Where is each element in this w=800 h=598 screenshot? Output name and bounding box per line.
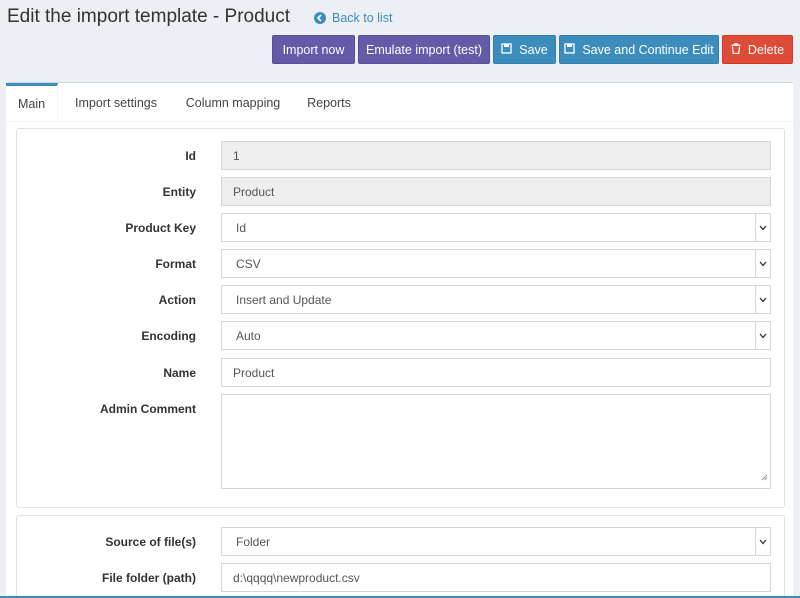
save-icon	[501, 42, 512, 57]
admin-comment-textarea[interactable]	[221, 394, 771, 489]
tab-import-settings[interactable]: Import settings	[66, 83, 166, 122]
tab-reports-label: Reports	[307, 95, 351, 110]
encoding-value: Auto	[236, 328, 261, 343]
save-continue-label: Save and Continue Edit	[582, 42, 714, 57]
format-label: Format	[155, 257, 196, 271]
back-to-list-link[interactable]: Back to list	[314, 11, 392, 25]
chevron-down-icon	[755, 250, 770, 277]
delete-label: Delete	[747, 42, 785, 57]
file-folder-label: File folder (path)	[102, 571, 196, 585]
save-label: Save	[519, 42, 548, 57]
import-now-button[interactable]: Import now	[272, 35, 355, 64]
save-continue-icon	[564, 42, 575, 57]
tab-separator	[6, 121, 793, 122]
entity-label: Entity	[162, 185, 196, 199]
action-label: Action	[158, 293, 196, 307]
source-files-label: Source of file(s)	[105, 535, 196, 549]
tab-column-mapping-label: Column mapping	[185, 95, 281, 110]
action-select[interactable]: Insert and Update	[221, 285, 771, 314]
tab-import-settings-label: Import settings	[75, 95, 157, 110]
back-to-list-label: Back to list	[332, 11, 393, 25]
trash-icon	[731, 42, 741, 57]
tab-main-label: Main	[17, 97, 46, 111]
tab-main[interactable]: Main	[6, 83, 58, 122]
tab-reports[interactable]: Reports	[300, 83, 358, 122]
emulate-import-button[interactable]: Emulate import (test)	[358, 35, 490, 64]
delete-button[interactable]: Delete	[722, 35, 793, 64]
source-files-value: Folder	[236, 534, 271, 549]
entity-field: Product	[221, 177, 771, 206]
page-title: Edit the import template - Product	[7, 6, 291, 27]
id-field: 1	[221, 141, 771, 170]
chevron-down-icon	[755, 528, 770, 555]
product-key-value: Id	[236, 220, 247, 235]
product-key-label: Product Key	[125, 221, 196, 235]
name-value: Product	[233, 365, 275, 380]
save-continue-button[interactable]: Save and Continue Edit	[559, 35, 719, 64]
source-files-select[interactable]: Folder	[221, 527, 771, 556]
tab-column-mapping[interactable]: Column mapping	[178, 83, 288, 122]
format-value: CSV	[236, 256, 261, 271]
id-value: 1	[233, 148, 240, 163]
action-value: Insert and Update	[236, 292, 332, 307]
id-label: Id	[185, 149, 196, 163]
back-arrow-icon	[314, 12, 326, 24]
entity-value: Product	[233, 184, 275, 199]
chevron-down-icon	[755, 214, 770, 241]
emulate-import-label: Emulate import (test)	[365, 42, 482, 57]
file-folder-input[interactable]: d:\qqqq\newproduct.csv	[221, 563, 771, 592]
chevron-down-icon	[755, 286, 770, 313]
format-select[interactable]: CSV	[221, 249, 771, 278]
import-now-label: Import now	[282, 42, 345, 57]
file-folder-value: d:\qqqq\newproduct.csv	[233, 570, 360, 585]
name-input[interactable]: Product	[221, 358, 771, 387]
name-label: Name	[163, 366, 196, 380]
encoding-label: Encoding	[141, 329, 196, 343]
chevron-down-icon	[755, 322, 770, 349]
admin-comment-label: Admin Comment	[100, 402, 196, 416]
encoding-select[interactable]: Auto	[221, 321, 771, 350]
save-button[interactable]: Save	[493, 35, 556, 64]
product-key-select[interactable]: Id	[221, 213, 771, 242]
resize-grip-icon[interactable]	[761, 468, 768, 486]
